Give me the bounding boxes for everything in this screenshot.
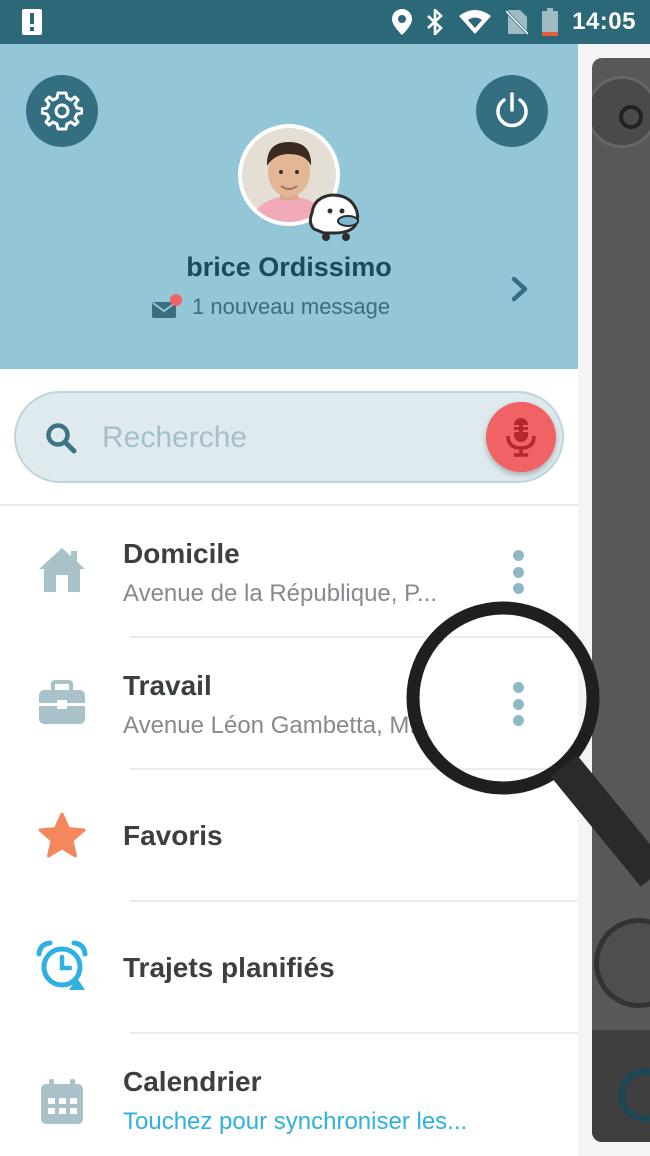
alert-icon <box>22 9 42 35</box>
calendar-icon <box>36 1076 88 1128</box>
power-icon <box>496 92 528 128</box>
location-icon <box>392 9 413 35</box>
menu-item-title: Domicile <box>123 538 240 569</box>
no-sim-icon <box>506 9 529 35</box>
search-section <box>0 369 578 506</box>
inbox-link[interactable]: 1 nouveau message <box>152 292 390 322</box>
home-icon <box>36 544 88 596</box>
message-count-text: 1 nouveau message <box>192 294 391 319</box>
search-input[interactable] <box>102 415 462 461</box>
menu-item-subtitle: Avenue Léon Gambetta, M... <box>123 712 430 739</box>
map-speedometer[interactable] <box>594 918 650 1008</box>
bluetooth-icon <box>427 9 443 35</box>
profile-header: brice Ordissimo 1 nouveau message <box>0 44 578 369</box>
more-options-icon[interactable] <box>506 680 530 728</box>
navigation-drawer: brice Ordissimo 1 nouveau message Recher… <box>0 44 578 1156</box>
chevron-right-icon[interactable] <box>508 274 532 304</box>
map-panel[interactable] <box>592 58 650 1142</box>
star-icon <box>36 810 88 862</box>
settings-button[interactable] <box>26 75 98 147</box>
search-icon <box>46 423 77 454</box>
battery-icon <box>542 8 559 36</box>
map-search-button[interactable] <box>592 76 650 148</box>
drawer-menu: Domicile Avenue de la République, P... T… <box>0 506 578 1156</box>
alarm-clock-icon <box>36 940 88 992</box>
menu-item-title: Trajets planifiés <box>123 952 335 983</box>
calendar-sync-link[interactable]: Touchez pour synchroniser les... <box>123 1108 503 1136</box>
menu-item-favorites[interactable]: Favoris <box>0 770 578 902</box>
more-options-icon[interactable] <box>506 548 530 596</box>
menu-item-title: Travail <box>123 670 212 701</box>
menu-item-home[interactable]: Domicile Avenue de la République, P... <box>0 506 578 638</box>
mood-icon <box>308 193 360 241</box>
voice-search-button[interactable] <box>486 402 556 472</box>
menu-item-planned-drives[interactable]: Trajets planifiés <box>0 902 578 1034</box>
search-bar[interactable] <box>14 391 564 483</box>
menu-item-title: Calendrier <box>123 1066 262 1097</box>
gear-icon <box>41 91 83 131</box>
status-bar: 14:05 <box>0 0 650 44</box>
menu-item-title: Favoris <box>123 820 223 851</box>
menu-item-calendar[interactable]: Calendrier Touchez pour synchroniser les… <box>0 1034 578 1156</box>
microphone-icon <box>506 418 536 457</box>
menu-item-subtitle: Avenue de la République, P... <box>123 580 438 607</box>
map-bottom-bar[interactable] <box>592 1030 650 1142</box>
briefcase-icon <box>36 676 88 728</box>
power-button[interactable] <box>476 75 548 147</box>
wifi-icon <box>459 10 492 34</box>
clock: 14:05 <box>572 8 636 35</box>
menu-item-work[interactable]: Travail Avenue Léon Gambetta, M... <box>0 638 578 770</box>
envelope-icon <box>152 294 182 318</box>
username[interactable]: brice Ordissimo <box>0 252 578 283</box>
